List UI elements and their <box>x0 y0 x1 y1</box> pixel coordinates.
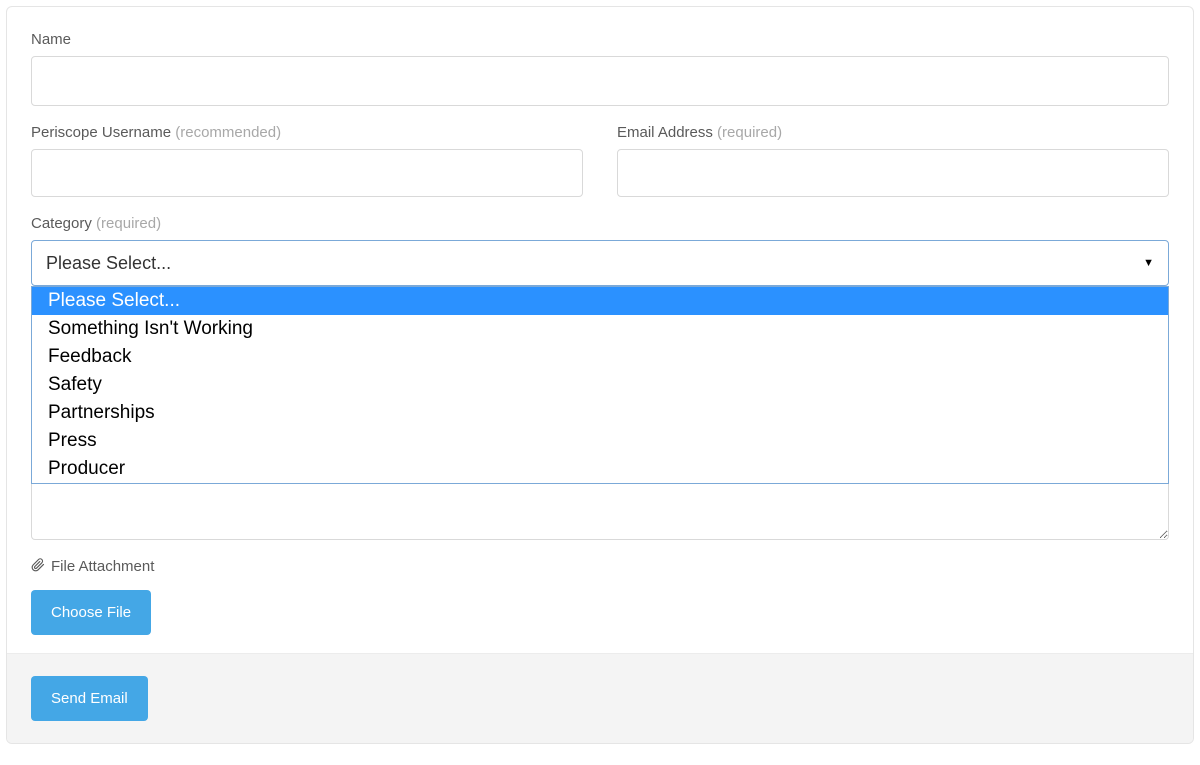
category-label: Category (required) <box>31 215 1169 232</box>
category-option-partnerships[interactable]: Partnerships <box>32 399 1168 427</box>
name-input[interactable] <box>31 56 1169 106</box>
category-select[interactable]: Please Select... ▼ <box>31 240 1169 286</box>
category-hint: (required) <box>96 215 161 232</box>
paperclip-icon <box>31 558 45 576</box>
category-option-not-working[interactable]: Something Isn't Working <box>32 315 1168 343</box>
email-input[interactable] <box>617 149 1169 197</box>
form-panel: Name Periscope Username (recommended) Em… <box>6 6 1194 744</box>
panel-body: Name Periscope Username (recommended) Em… <box>7 7 1193 635</box>
category-group: Category (required) Please Select... ▼ P… <box>31 215 1169 484</box>
email-group: Email Address (required) <box>617 124 1169 197</box>
name-label: Name <box>31 31 1169 48</box>
category-option-feedback[interactable]: Feedback <box>32 343 1168 371</box>
attachment-group: File Attachment Choose File <box>31 558 1169 635</box>
username-hint: (recommended) <box>175 124 281 141</box>
attachment-label: File Attachment <box>31 558 1169 576</box>
category-selected-text: Please Select... <box>46 253 171 274</box>
category-options-list: Please Select... Something Isn't Working… <box>31 286 1169 484</box>
category-option-press[interactable]: Press <box>32 427 1168 455</box>
category-option-please-select[interactable]: Please Select... <box>32 287 1168 315</box>
category-option-safety[interactable]: Safety <box>32 371 1168 399</box>
username-group: Periscope Username (recommended) <box>31 124 583 197</box>
send-email-button[interactable]: Send Email <box>31 676 148 721</box>
username-input[interactable] <box>31 149 583 197</box>
message-group <box>31 484 1169 540</box>
chevron-down-icon: ▼ <box>1143 257 1154 269</box>
panel-footer: Send Email <box>7 653 1193 743</box>
category-option-producer[interactable]: Producer <box>32 455 1168 483</box>
email-hint: (required) <box>717 124 782 141</box>
username-label: Periscope Username (recommended) <box>31 124 583 141</box>
attachment-label-text: File Attachment <box>51 558 154 575</box>
email-label-text: Email Address <box>617 124 717 141</box>
message-textarea[interactable] <box>31 484 1169 540</box>
username-label-text: Periscope Username <box>31 124 175 141</box>
two-col-row: Periscope Username (recommended) Email A… <box>31 124 1169 215</box>
name-group: Name <box>31 31 1169 106</box>
email-label: Email Address (required) <box>617 124 1169 141</box>
category-label-text: Category <box>31 215 96 232</box>
choose-file-button[interactable]: Choose File <box>31 590 151 635</box>
category-select-wrap: Please Select... ▼ Please Select... Some… <box>31 240 1169 484</box>
name-label-text: Name <box>31 31 71 48</box>
